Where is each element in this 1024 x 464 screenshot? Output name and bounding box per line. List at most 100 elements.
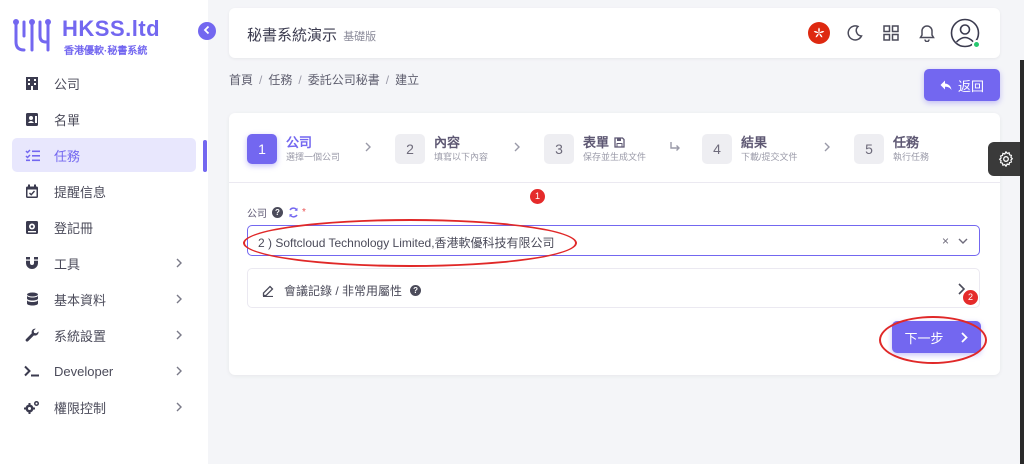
breadcrumb-home[interactable]: 首頁 [229, 71, 253, 88]
sidebar-item-tasks[interactable]: 任務 [12, 138, 196, 172]
chevron-right-icon [176, 402, 182, 412]
chevron-right-icon [176, 366, 182, 376]
sidebar-item-contacts[interactable]: 名單 [12, 102, 196, 136]
chevron-left-icon [203, 25, 210, 35]
step-title: 任務 [893, 134, 920, 150]
sidebar-collapse-button[interactable] [198, 22, 216, 40]
sidebar-item-label: 名單 [54, 112, 81, 128]
sidebar-item-permissions[interactable]: 權限控制 [12, 390, 196, 424]
company-field-label: 公司 ? * [247, 205, 306, 220]
logo[interactable]: HKSS.ltd 香港優軟·秘書系統 [10, 14, 170, 58]
window-edge [1020, 60, 1024, 464]
sidebar-item-developer[interactable]: Developer [12, 354, 196, 388]
sidebar-item-label: 系統設置 [54, 328, 107, 344]
checklist-icon [24, 147, 40, 163]
chevron-right-icon [514, 142, 520, 152]
step-subtitle: 保存並生成文件 [583, 152, 647, 163]
step-number: 5 [854, 134, 884, 164]
breadcrumb-create: 建立 [395, 73, 420, 87]
annotation-number-1: 1 [530, 189, 545, 204]
hong-kong-flag-icon[interactable] [808, 22, 830, 44]
step-number: 2 [395, 134, 425, 164]
sidebar: HKSS.ltd 香港優軟·秘書系統 公司 名單 任務 提醒信息 登記冊 工具 [0, 0, 216, 464]
collapse-title-text: 會議記錄 / 非常用屬性 [284, 284, 403, 298]
logo-title: HKSS.ltd [62, 16, 161, 41]
logo-subtitle: 香港優軟·秘書系統 [64, 46, 148, 57]
company-label-text: 公司 [247, 209, 267, 220]
question-circle-icon[interactable]: ? [410, 285, 422, 296]
top-navbar: 秘書系統演示 基礎版 [229, 8, 1000, 58]
step-number: 1 [247, 134, 277, 164]
sidebar-item-label: 權限控制 [54, 400, 107, 416]
meeting-minutes-collapse[interactable]: 會議記錄 / 非常用屬性 ? [247, 268, 980, 308]
clear-selection-icon[interactable]: × [942, 234, 949, 248]
company-select[interactable]: 2 ) Softcloud Technology Limited,香港軟優科技有… [247, 225, 980, 256]
refresh-icon[interactable] [288, 207, 299, 218]
breadcrumb-separator: / [385, 72, 390, 87]
app-edition: 基礎版 [343, 31, 377, 43]
database-icon [24, 291, 40, 307]
sidebar-nav: 公司 名單 任務 提醒信息 登記冊 工具 基本資料 系統設置 Developer… [12, 66, 196, 426]
breadcrumb-separator: / [259, 72, 263, 87]
building-icon [24, 75, 40, 91]
step-title: 結果 [741, 134, 768, 150]
customizer-gear-button[interactable] [988, 142, 1024, 176]
terminal-icon [24, 363, 40, 379]
navbar-icons [808, 18, 981, 49]
step-title: 公司 [286, 134, 313, 150]
calendar-icon [24, 183, 40, 199]
app-title: 秘書系統演示 基礎版 [247, 24, 376, 45]
register-icon [24, 219, 40, 235]
sidebar-item-reminders[interactable]: 提醒信息 [12, 174, 196, 208]
cogs-icon [24, 399, 40, 415]
sidebar-item-label: 登記冊 [54, 220, 94, 236]
sidebar-item-label: Developer [54, 363, 114, 379]
sidebar-item-label: 公司 [54, 76, 81, 92]
step-company[interactable]: 1 公司 選擇一個公司 [247, 133, 340, 165]
step-subtitle: 選擇一個公司 [286, 152, 341, 163]
chevron-right-icon [176, 258, 182, 268]
step-subtitle: 執行任務 [893, 152, 930, 163]
chevron-right-icon [176, 330, 182, 340]
moon-icon[interactable] [844, 22, 866, 44]
bell-icon[interactable] [916, 22, 938, 44]
sidebar-item-label: 基本資料 [54, 292, 107, 308]
chevron-down-icon[interactable] [957, 235, 969, 247]
required-marker: * [302, 207, 306, 218]
breadcrumb: 首頁 / 任務 / 委託公司秘書 / 建立 [229, 71, 419, 88]
sidebar-item-tools[interactable]: 工具 [12, 246, 196, 280]
sidebar-item-basic-data[interactable]: 基本資料 [12, 282, 196, 316]
step-title: 表單 [583, 135, 646, 151]
question-circle-icon[interactable]: ? [272, 207, 283, 218]
user-avatar[interactable] [950, 18, 981, 49]
breadcrumb-tasks[interactable]: 任務 [268, 71, 292, 88]
step-subtitle: 下載/提交文件 [741, 152, 798, 163]
step-form[interactable]: 3 表單 保存並生成文件 [544, 133, 646, 165]
breadcrumb-secretary[interactable]: 委託公司秘書 [308, 71, 380, 88]
step-content[interactable]: 2 內容 填寫以下內容 [395, 133, 488, 165]
annotation-number-2: 2 [963, 290, 978, 305]
sidebar-item-system-settings[interactable]: 系統設置 [12, 318, 196, 352]
back-button[interactable]: 返回 [924, 69, 1000, 101]
pencil-icon [262, 285, 274, 297]
step-result[interactable]: 4 結果 下載/提交文件 [702, 133, 798, 165]
step-number: 4 [702, 134, 732, 164]
chevron-right-icon [365, 142, 371, 152]
chevron-right-icon [824, 142, 830, 152]
step-task[interactable]: 5 任務 執行任務 [854, 133, 929, 165]
next-step-button[interactable]: 下一步 [892, 321, 981, 353]
reply-icon [940, 80, 952, 90]
step-subtitle: 填寫以下內容 [434, 152, 489, 163]
logo-mark-icon [13, 19, 51, 52]
chevron-right-icon [176, 294, 182, 304]
arrow-turn-down-right-icon [670, 142, 680, 151]
back-button-label: 返回 [957, 78, 984, 94]
online-status-dot [972, 40, 981, 49]
grid-icon[interactable] [880, 22, 902, 44]
sidebar-item-register[interactable]: 登記冊 [12, 210, 196, 244]
sidebar-item-label: 提醒信息 [54, 184, 107, 200]
sidebar-item-company[interactable]: 公司 [12, 66, 196, 100]
contact-card-icon [24, 111, 40, 127]
wizard-card: 1 公司 選擇一個公司 2 內容 填寫以下內容 3 表單 保存並生成文件 4 結… [229, 113, 1000, 375]
chevron-right-icon [960, 331, 968, 343]
